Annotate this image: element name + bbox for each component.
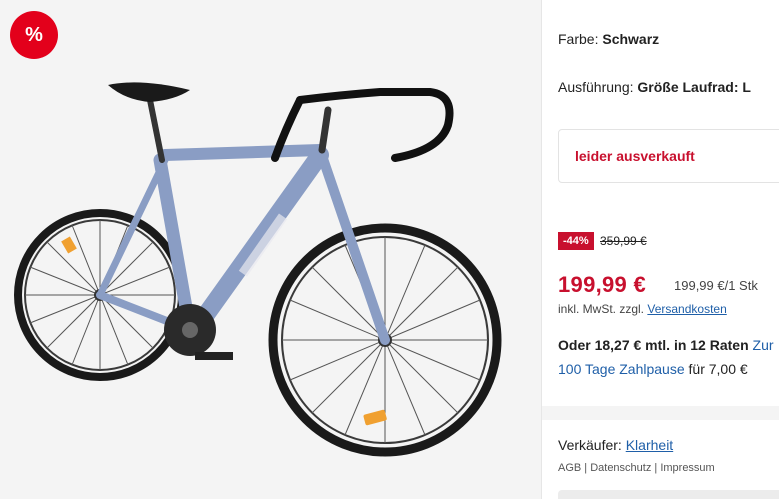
seller-label: Verkäufer: (558, 437, 622, 453)
unit-price: 199,99 €/1 Stk (674, 278, 758, 293)
discount-badge: -44% (558, 232, 594, 250)
color-label: Farbe: (558, 31, 599, 47)
tax-note: inkl. MwSt. zzgl. Versandkosten (558, 302, 727, 316)
sale-badge: % (10, 11, 58, 59)
seller-link[interactable]: Klarheit (626, 437, 673, 453)
payment-pause-link[interactable]: 100 Tage Zahlpause (558, 361, 685, 377)
product-details-panel: Farbe: Schwarz Ausführung: Größe Laufrad… (542, 0, 779, 499)
financing-offer: Oder 18,27 € mtl. in 12 Raten Zur (558, 337, 774, 353)
color-selection: Farbe: Schwarz (558, 31, 659, 47)
financing-text: Oder 18,27 € mtl. in 12 Raten (558, 337, 749, 353)
payment-pause-fee: für 7,00 € (688, 361, 748, 377)
color-value: Schwarz (602, 31, 660, 47)
bike-crankset (164, 304, 233, 360)
tax-text: inkl. MwSt. zzgl. (558, 302, 645, 316)
bike-product-image[interactable] (0, 60, 541, 499)
current-price: 199,99 € (558, 272, 647, 297)
payment-pause: 100 Tage Zahlpause für 7,00 € (558, 361, 748, 377)
old-price: 359,99 € (600, 234, 647, 248)
product-image-area[interactable]: % (0, 0, 541, 499)
seller-info: Verkäufer: Klarheit (558, 437, 673, 453)
shipping-costs-link[interactable]: Versandkosten (647, 302, 726, 316)
variant-value: Größe Laufrad: L (637, 79, 751, 95)
seller-legal-links[interactable]: AGB | Datenschutz | Impressum (558, 462, 715, 474)
availability-status: leider ausverkauft (575, 148, 695, 164)
bottom-section-edge (558, 490, 779, 499)
bike-saddle (108, 82, 190, 102)
variant-selection: Ausführung: Größe Laufrad: L (558, 79, 751, 95)
section-divider (542, 406, 779, 420)
financing-more-link[interactable]: Zur (753, 337, 774, 353)
availability-box: leider ausverkauft (558, 129, 779, 183)
variant-label: Ausführung: (558, 79, 634, 95)
